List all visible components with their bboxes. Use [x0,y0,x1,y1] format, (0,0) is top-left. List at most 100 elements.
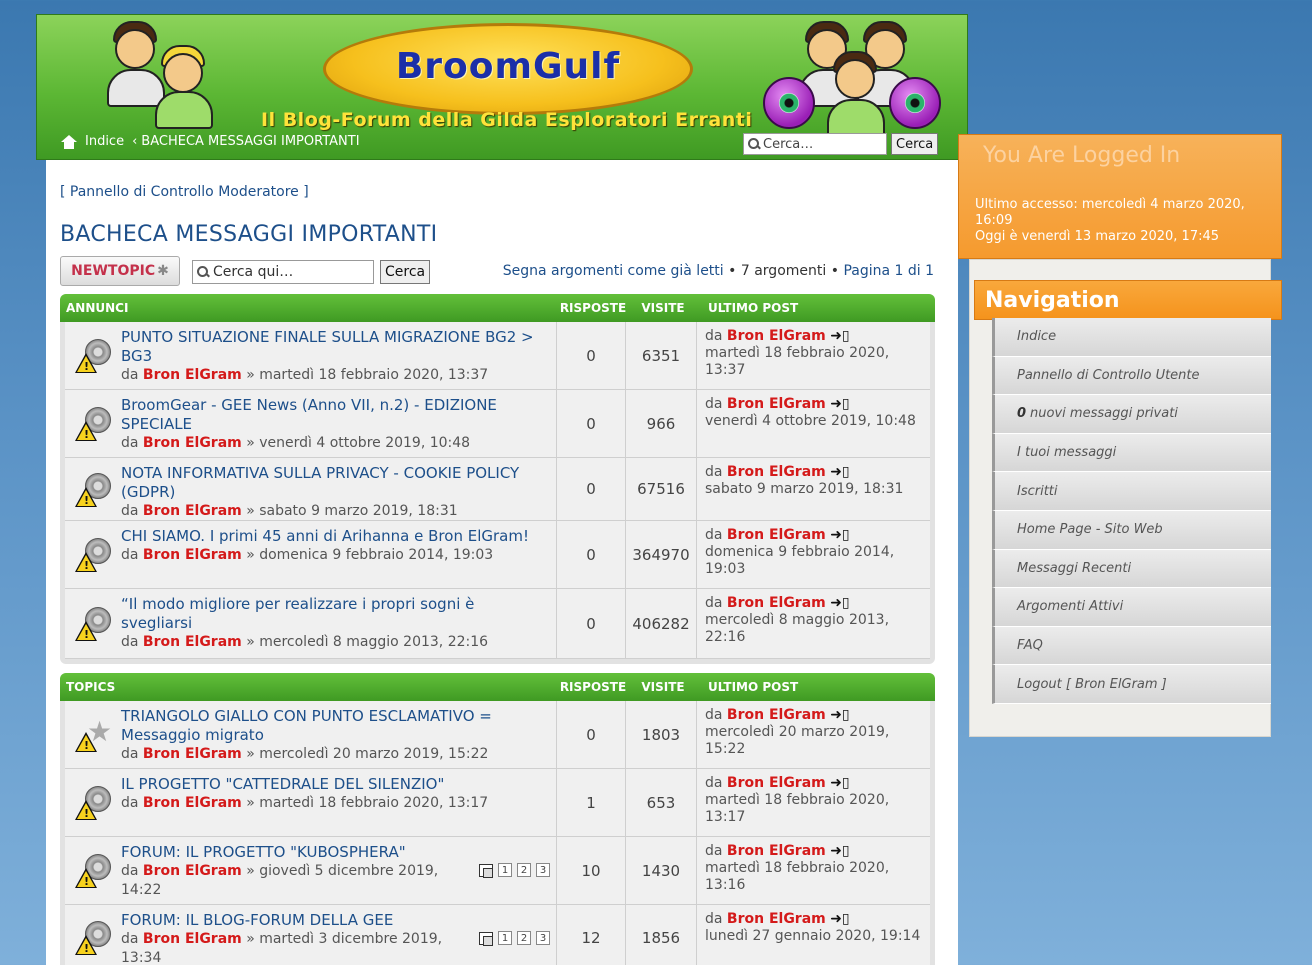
forum-search: Cerca qui… Cerca [192,260,431,284]
topic-title-link[interactable]: FORUM: IL PROGETTO "KUBOSPHERA" [121,843,461,862]
last-author-link[interactable]: Bron ElGram [727,527,826,543]
topic-icon-cell: ! [65,837,121,904]
page-link[interactable]: 1 [498,931,512,945]
nav-item[interactable]: I tuoi messaggi [992,433,1271,473]
last-post-cell: da Bron ElGram ➜▯ sabato 9 marzo 2019, 18… [696,458,930,520]
nav-item[interactable]: Pannello di Controllo Utente [992,356,1271,396]
page-link[interactable]: 2 [517,931,531,945]
topic-title-link[interactable]: TRIANGOLO GIALLO CON PUNTO ESCLAMATIVO =… [121,707,550,745]
nav-item[interactable]: Argomenti Attivi [992,588,1271,627]
header-search-input[interactable]: Cerca… [743,133,887,155]
topic-icon-cell: ! [65,390,121,457]
breadcrumb-current[interactable]: BACHECA MESSAGGI IMPORTANTI [141,134,359,149]
last-author-link[interactable]: Bron ElGram [727,911,826,927]
goto-last-post-icon[interactable]: ➜▯ [830,396,849,412]
header-search-button[interactable]: Cerca [891,133,939,155]
last-author-link[interactable]: Bron ElGram [727,843,826,859]
nav-item[interactable]: Iscritti [992,472,1271,511]
by-label: da [121,931,139,947]
page-link[interactable]: 3 [536,863,550,877]
author-link[interactable]: Bron ElGram [143,547,242,563]
navigation-menu: Indice Pannello di Controllo Utente 0 nuovi… [992,318,1271,704]
new-topic-button[interactable]: NEWTOPIC ✱ [60,256,180,286]
nav-item-label: Indice [1017,329,1057,345]
views-count: 6351 [641,346,681,365]
replies-header: RISPOSTE [559,301,627,315]
page-link[interactable]: 3 [536,931,550,945]
nav-item-label: Home Page - Sito Web [1017,522,1163,538]
moderator-panel-link[interactable]: [ Pannello di Controllo Moderatore ] [60,184,309,200]
author-link[interactable]: Bron ElGram [143,863,242,879]
topic-icon: ! [75,337,113,375]
topic-title-link[interactable]: BroomGear - GEE News (Anno VII, n.2) - E… [121,396,550,434]
mark-read-link[interactable]: Segna argomenti come già letti [503,263,724,279]
topic-title-link[interactable]: CHI SIAMO. I primi 45 anni di Arihanna e… [121,527,550,546]
author-link[interactable]: Bron ElGram [143,746,242,762]
last-author-link[interactable]: Bron ElGram [727,775,826,791]
forum-search-input[interactable]: Cerca qui… [192,260,374,284]
page-title[interactable]: BACHECA MESSAGGI IMPORTANTI [60,222,437,247]
replies-count: 1 [556,769,626,836]
author-link[interactable]: Bron ElGram [143,435,242,451]
topic-row: ★! TRIANGOLO GIALLO CON PUNTO ESCLAMATIVO… [65,701,930,769]
author-link[interactable]: Bron ElGram [143,503,242,519]
last-author-link[interactable]: Bron ElGram [727,396,826,412]
topic-title-link[interactable]: PUNTO SITUAZIONE FINALE SULLA MIGRAZIONE… [121,328,550,366]
replies-count: 0 [556,589,626,658]
home-icon[interactable] [61,134,77,149]
nav-item[interactable]: 0 nuovi messaggi privati [992,395,1271,434]
logo-bubble[interactable]: BroomGulf [323,23,693,115]
forum-search-button[interactable]: Cerca [380,260,431,284]
topic-title-link[interactable]: IL PROGETTO "CATTEDRALE DEL SILENZIO" [121,775,550,794]
page-link[interactable]: 1 [498,863,512,877]
last-author-link[interactable]: Bron ElGram [727,707,826,723]
goto-last-post-icon[interactable]: ➜▯ [830,707,849,723]
last-author-link[interactable]: Bron ElGram [727,328,826,344]
goto-last-post-icon[interactable]: ➜▯ [830,775,849,791]
by-label: da [705,911,723,927]
nav-item[interactable]: Logout [ Bron ElGram ] [992,665,1271,704]
last-post-cell: da Bron ElGram ➜▯ venerdì 4 ottobre 2019,… [696,390,930,457]
last-post-header: ULTIMO POST [708,301,799,315]
views-count: 364970 [632,545,690,564]
nav-item[interactable]: FAQ [992,626,1271,666]
topic-title-link[interactable]: NOTA INFORMATIVA SULLA PRIVACY - COOKIE … [121,464,550,502]
topic-title-link[interactable]: “Il modo migliore per realizzare i propr… [121,595,550,633]
topic-title-cell: IL PROGETTO "CATTEDRALE DEL SILENZIO" da … [121,769,556,836]
login-info: Ultimo accesso: mercoledì 4 marzo 2020, … [975,197,1265,245]
author-link[interactable]: Bron ElGram [143,795,242,811]
nav-item[interactable]: Home Page - Sito Web [992,510,1271,550]
last-post-cell: da Bron ElGram ➜▯ domenica 9 febbraio 201… [696,521,930,588]
current-date: Oggi è venerdì 13 marzo 2020, 17:45 [975,229,1220,244]
nav-item-label: Pannello di Controllo Utente [1017,367,1200,383]
views-count: 1856 [641,928,681,947]
views-count: 966 [646,414,676,433]
breadcrumb-home[interactable]: Indice [85,134,124,149]
nav-item[interactable]: Indice [992,318,1271,357]
goto-last-post-icon[interactable]: ➜▯ [830,328,849,344]
header-search-placeholder: Cerca… [763,136,814,152]
last-post-date: venerdì 4 ottobre 2019, 10:48 [705,413,916,429]
page-link[interactable]: 2 [517,863,531,877]
topic-title-link[interactable]: FORUM: IL BLOG-FORUM DELLA GEE [121,911,461,930]
goto-last-post-icon[interactable]: ➜▯ [830,464,849,480]
goto-last-post-icon[interactable]: ➜▯ [830,595,849,611]
header-search: Cerca… Cerca [743,133,939,155]
nav-item[interactable]: Messaggi Recenti [992,549,1271,589]
announcements-header: ANNUNCI RISPOSTE VISITE ULTIMO POST [60,294,935,322]
by-label: da [705,396,723,412]
topic-icon-cell: ★! [65,701,121,768]
goto-last-post-icon[interactable]: ➜▯ [830,843,849,859]
topic-icon: ! [75,536,113,574]
author-link[interactable]: Bron ElGram [143,367,242,383]
goto-last-post-icon[interactable]: ➜▯ [830,911,849,927]
last-post-cell: da Bron ElGram ➜▯ martedì 18 febbraio 202… [696,322,930,389]
last-author-link[interactable]: Bron ElGram [727,464,826,480]
author-link[interactable]: Bron ElGram [143,634,242,650]
last-author-link[interactable]: Bron ElGram [727,595,826,611]
topic-row: ! FORUM: IL BLOG-FORUM DELLA GEE da Bron E… [65,905,930,965]
last-post-date: martedì 18 febbraio 2020, 13:37 [705,345,890,378]
author-link[interactable]: Bron ElGram [143,931,242,947]
announcements-title: ANNUNCI [66,301,129,315]
goto-last-post-icon[interactable]: ➜▯ [830,527,849,543]
